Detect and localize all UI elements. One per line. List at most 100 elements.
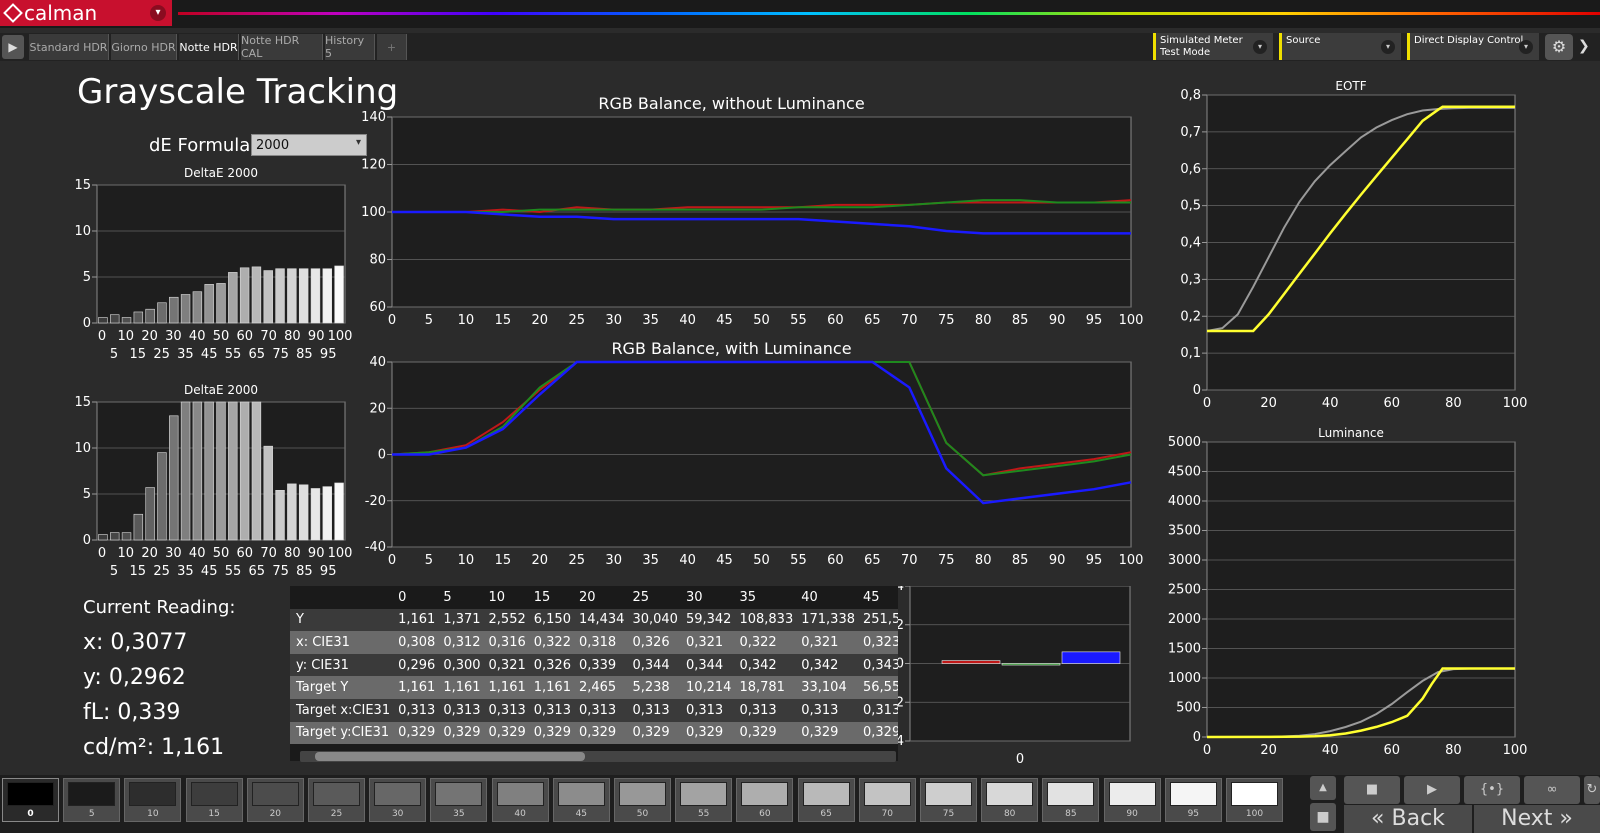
patch-swatch-15[interactable]: 15 bbox=[185, 778, 243, 822]
table-cell: 59,342 bbox=[681, 608, 736, 632]
stop-icon[interactable]: ■ bbox=[1344, 776, 1400, 804]
patch-swatch-35[interactable]: 35 bbox=[430, 778, 488, 822]
table-cell: 0,312 bbox=[439, 631, 485, 654]
settings-gear-icon[interactable]: ⚙ bbox=[1545, 34, 1573, 60]
x-tick-label: 75 bbox=[938, 313, 955, 328]
table-cell: 0,339 bbox=[574, 653, 629, 677]
current-reading-panel: Current Reading: x: 0,3077 y: 0,2962 fL:… bbox=[83, 597, 235, 770]
next-button[interactable]: Next » bbox=[1474, 805, 1600, 833]
x-tick-label: 20 bbox=[532, 313, 549, 328]
patch-swatch-55[interactable]: 55 bbox=[675, 778, 733, 822]
y-tick-label: -4 bbox=[898, 734, 904, 749]
table-row-label: Y bbox=[290, 608, 395, 632]
table-cell: 2,465 bbox=[574, 676, 629, 699]
table-cell: 251,530 bbox=[859, 608, 898, 632]
refresh-icon[interactable]: ↻ bbox=[1584, 776, 1600, 804]
device-dropdown-3[interactable]: Direct Display Control ▾ bbox=[1407, 33, 1539, 60]
tab-notte-hdr-cal[interactable]: Notte HDR CAL bbox=[241, 34, 323, 60]
deltae-bar bbox=[216, 283, 226, 324]
patch-label: 35 bbox=[453, 809, 465, 819]
x-tick-label: 15 bbox=[495, 313, 512, 328]
deltae-bar bbox=[110, 532, 120, 541]
deltae-bar bbox=[145, 308, 155, 324]
x-tick-label: 60 bbox=[1384, 396, 1401, 411]
x-tick-label: 10 bbox=[118, 546, 135, 561]
x-tick-label: 80 bbox=[284, 329, 301, 344]
eotf-chart: EOTF 0 0,1 0,2 0,3 0,4 0,5 0,6 0,7 0,8 0 20 40 60 80 10… bbox=[1180, 79, 1527, 411]
patch-swatch-20[interactable]: 20 bbox=[246, 778, 304, 822]
table-row: Target y:CIE31 0,329 0,329 0,329 0,329 0,329 0… bbox=[290, 721, 898, 745]
table-cell: 0,329 bbox=[681, 721, 736, 745]
table-cell: 0,321 bbox=[797, 631, 859, 654]
table-row-label: y: CIE31 bbox=[290, 653, 395, 677]
patch-swatch-5[interactable]: 5 bbox=[63, 778, 121, 822]
table-column-header: 30 bbox=[681, 586, 736, 609]
table-cell: 0,313 bbox=[484, 698, 530, 722]
patch-swatch-25[interactable]: 25 bbox=[308, 778, 365, 822]
table-cell: 0,322 bbox=[735, 631, 798, 654]
patch-swatch-90[interactable]: 90 bbox=[1103, 778, 1161, 822]
patch-swatch-100[interactable]: 100 bbox=[1226, 778, 1283, 822]
table-row: Y 1,161 1,371 2,552 6,150 14,434 30,040 59,342 1… bbox=[290, 608, 898, 632]
patch-swatch-45[interactable]: 45 bbox=[552, 778, 610, 822]
y-tick-label: 5000 bbox=[1168, 435, 1201, 450]
app-logo-text: calman bbox=[24, 1, 98, 25]
back-button[interactable]: « Back bbox=[1344, 805, 1472, 833]
x-tick-label: 10 bbox=[118, 329, 135, 344]
x-tick-label: 35 bbox=[177, 564, 194, 579]
scroll-up-icon[interactable]: ▲ bbox=[1310, 776, 1336, 800]
dropdown-caret-icon: ▾ bbox=[1253, 40, 1267, 54]
table-cell: 0,321 bbox=[681, 631, 736, 654]
de-formula-select[interactable]: 2000 ▾ bbox=[251, 134, 367, 156]
continuous-read-icon[interactable]: ∞ bbox=[1524, 776, 1580, 804]
patch-swatch-70[interactable]: 70 bbox=[858, 778, 916, 822]
read-series-icon[interactable]: {•} bbox=[1464, 776, 1520, 804]
patch-swatch-95[interactable]: 95 bbox=[1164, 778, 1222, 822]
expand-sidebar-arrow-icon[interactable]: ▶ bbox=[2, 35, 24, 59]
patch-swatch-0[interactable]: 0 bbox=[2, 778, 59, 822]
device-dropdown-2[interactable]: Source ▾ bbox=[1279, 33, 1401, 60]
patch-swatch-30[interactable]: 30 bbox=[369, 778, 427, 822]
x-tick-label: 65 bbox=[249, 564, 266, 579]
patch-swatch-80[interactable]: 80 bbox=[981, 778, 1039, 822]
back-double-arrow-icon: « bbox=[1371, 806, 1385, 831]
tab-history-5[interactable]: History 5 bbox=[325, 34, 375, 60]
deltae-bar bbox=[334, 482, 344, 541]
table-cell: 0,329 bbox=[735, 721, 798, 745]
patch-swatch-65[interactable]: 65 bbox=[797, 778, 855, 822]
x-tick-label: 50 bbox=[213, 329, 230, 344]
tab-notte-hdr[interactable]: Notte HDR bbox=[179, 34, 239, 60]
calman-menu-button[interactable]: calman ▾ bbox=[0, 0, 172, 26]
device-dropdown-1[interactable]: Simulated Meter Test Mode ▾ bbox=[1153, 33, 1273, 60]
rgb-error-bar-chart: -4 -2 0 2 4 0 bbox=[898, 586, 1131, 767]
x-tick-label: 45 bbox=[201, 564, 218, 579]
deltae-bar bbox=[275, 268, 285, 324]
patch-color-chip bbox=[129, 782, 177, 806]
tab-giorno-hdr[interactable]: Giorno HDR bbox=[111, 34, 177, 60]
x-tick-label: 5 bbox=[425, 313, 433, 328]
patch-swatch-75[interactable]: 75 bbox=[920, 778, 977, 822]
table-cell: 0,313 bbox=[859, 698, 898, 722]
tab-standard-hdr[interactable]: Standard HDR bbox=[29, 34, 109, 60]
table-scrollbar-thumb[interactable] bbox=[315, 752, 585, 761]
add-tab-plus-icon[interactable]: + bbox=[377, 34, 407, 60]
table-cell: 1,161 bbox=[394, 608, 440, 632]
patch-swatch-10[interactable]: 10 bbox=[124, 778, 182, 822]
patch-swatch-85[interactable]: 85 bbox=[1042, 778, 1100, 822]
stop-square-icon[interactable]: ■ bbox=[1310, 803, 1336, 831]
table-column-header: 35 bbox=[735, 586, 798, 609]
x-tick-label: 90 bbox=[1049, 553, 1066, 568]
x-tick-label: 40 bbox=[679, 553, 696, 568]
patch-swatch-40[interactable]: 40 bbox=[491, 778, 549, 822]
table-cell: 171,338 bbox=[797, 608, 859, 632]
y-tick-label: 0 bbox=[83, 533, 91, 548]
patch-swatch-50[interactable]: 50 bbox=[614, 778, 671, 822]
patch-swatch-60[interactable]: 60 bbox=[736, 778, 794, 822]
x-tick-label: 0 bbox=[1203, 396, 1211, 411]
table-cell: 108,833 bbox=[735, 608, 798, 632]
deltae-bar bbox=[310, 488, 321, 541]
y-tick-label: 0 bbox=[1193, 383, 1201, 398]
collapse-chevron-icon[interactable]: ❯ bbox=[1578, 38, 1590, 54]
play-icon[interactable]: ▶ bbox=[1404, 776, 1460, 804]
patch-label: 30 bbox=[391, 809, 404, 819]
